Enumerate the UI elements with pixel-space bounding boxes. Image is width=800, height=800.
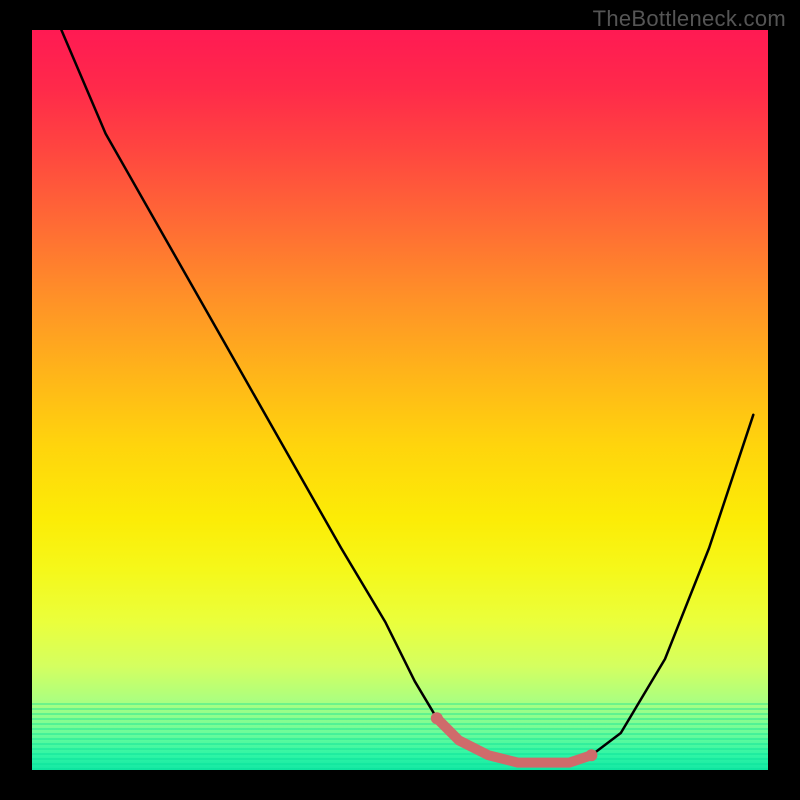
highlight-curve-path [437,718,592,762]
watermark-text: TheBottleneck.com [593,6,786,32]
main-curve-path [61,30,753,763]
chart-container [32,30,768,770]
bottleneck-curve-svg [32,30,768,770]
highlight-end-dot [585,749,597,761]
highlight-start-dot [431,712,443,724]
